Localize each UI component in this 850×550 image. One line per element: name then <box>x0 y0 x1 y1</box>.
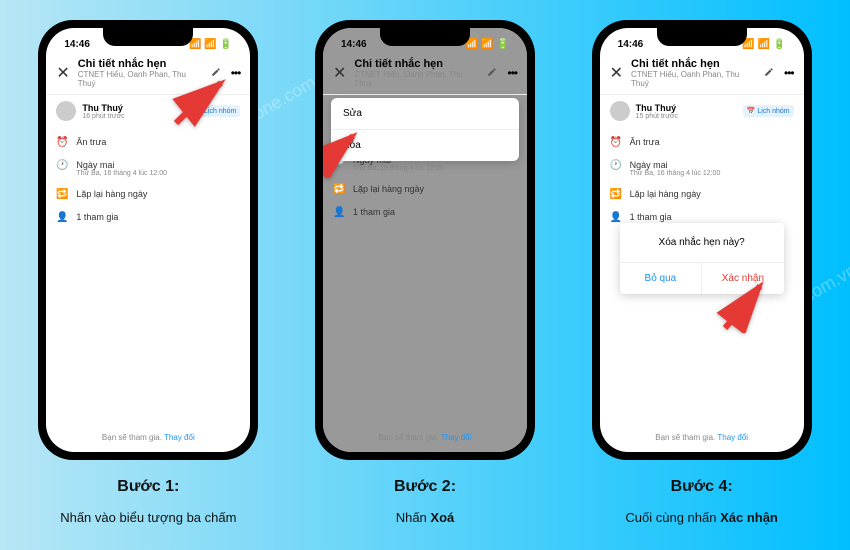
header: ✕ Chi tiết nhắc hẹn CTNET Hiếu, Oanh Pha… <box>323 52 527 95</box>
event-participants-row: 👤 1 tham gia <box>56 206 240 229</box>
phone-notch <box>103 28 193 46</box>
close-icon[interactable]: ✕ <box>610 63 623 83</box>
dialog-buttons: Bỏ qua Xác nhận <box>620 262 784 294</box>
author-row: Thu Thuý 16 phút trước 📅Lịch nhóm <box>46 95 250 127</box>
footer: Bạn sẽ tham gia. Thay đổi <box>46 423 250 452</box>
wifi-icon: 📶 <box>758 39 770 50</box>
participants-text: 1 tham gia <box>76 212 118 222</box>
step-label: Bước 1: <box>117 478 179 496</box>
change-link[interactable]: Thay đổi <box>441 433 472 442</box>
status-icons: 📶📶🔋 <box>742 39 785 50</box>
step-description: Cuối cùng nhấn Xác nhận <box>625 510 777 525</box>
repeat-icon: 🔁 <box>333 184 345 195</box>
phone-screen: 14:46 📶 📶 🔋 ✕ Chi tiết nhắc hẹn CTNET Hi… <box>46 28 250 452</box>
step-2-column: 14:46 📶📶🔋 ✕ Chi tiết nhắc hẹn CTNET Hiếu… <box>295 20 555 525</box>
event-title: Ăn trưa <box>76 137 106 147</box>
event-repeat-row: 🔁Lặp lại hàng ngày <box>333 178 517 201</box>
phone-notch <box>380 28 470 46</box>
header-actions: ••• <box>211 64 241 82</box>
cancel-button[interactable]: Bỏ qua <box>620 263 703 294</box>
clock-icon: ⏰ <box>56 137 68 148</box>
page-title: Chi tiết nhắc hẹn <box>354 58 479 70</box>
dialog-title: Xóa nhắc hẹn này? <box>620 223 784 262</box>
more-icon[interactable]: ••• <box>784 66 794 80</box>
status-icons: 📶 📶 🔋 <box>189 39 232 50</box>
event-title-row: ⏰ Ăn trưa <box>56 131 240 154</box>
footer: Bạn sẽ tham gia. Thay đổi <box>600 423 804 452</box>
person-icon: 👤 <box>610 212 622 223</box>
page-title: Chi tiết nhắc hẹn <box>78 58 203 70</box>
event-repeat-row: 🔁 Lặp lại hàng ngày <box>56 183 240 206</box>
edit-icon[interactable] <box>487 64 497 82</box>
more-icon[interactable]: ••• <box>231 66 241 80</box>
avatar <box>610 101 630 121</box>
calendar-icon: 🕐 <box>610 160 622 171</box>
phone-frame: 14:46 📶📶🔋 ✕ Chi tiết nhắc hẹn CTNET Hiếu… <box>315 20 535 460</box>
repeat-icon: 🔁 <box>56 189 68 200</box>
battery-icon: 🔋 <box>497 39 509 50</box>
author-name: Thu Thuý <box>82 103 183 113</box>
close-icon[interactable]: ✕ <box>56 63 69 83</box>
change-link[interactable]: Thay đổi <box>717 433 748 442</box>
calendar-badge[interactable]: 📅Lịch nhóm <box>743 105 794 117</box>
repeat-text: Lặp lại hàng ngày <box>76 189 147 199</box>
battery-icon: 🔋 <box>773 39 785 50</box>
calendar-icon: 🕐 <box>56 160 68 171</box>
event-date-row: 🕐 Ngày mai Thứ Ba, 16 tháng 4 lúc 12:00 <box>56 154 240 183</box>
clock-icon: ⏰ <box>610 137 622 148</box>
phone-notch <box>657 28 747 46</box>
author-row: Thu Thuý15 phút trước 📅Lịch nhóm <box>600 95 804 127</box>
header-subtitle: CTNET Hiếu, Oanh Phan, Thu Thuý <box>354 70 479 88</box>
more-icon[interactable]: ••• <box>507 66 517 80</box>
confirm-dialog: Xóa nhắc hẹn này? Bỏ qua Xác nhận <box>620 223 784 294</box>
repeat-icon: 🔁 <box>610 189 622 200</box>
change-link[interactable]: Thay đổi <box>164 433 195 442</box>
step-description: Nhấn vào biểu tượng ba chấm <box>60 510 236 525</box>
phone-screen: 14:46 📶📶🔋 ✕ Chi tiết nhắc hẹn CTNET Hiếu… <box>323 28 527 452</box>
edit-icon[interactable] <box>211 64 221 82</box>
footer: Bạn sẽ tham gia. Thay đổi <box>323 423 527 452</box>
step-description: Nhấn Xoá <box>396 510 455 525</box>
phone-frame: 14:46 📶 📶 🔋 ✕ Chi tiết nhắc hẹn CTNET Hi… <box>38 20 258 460</box>
menu-edit[interactable]: Sửa <box>331 98 519 130</box>
context-menu: Sửa Xóa <box>331 98 519 161</box>
event-details: 🕐 Ngày maiThứ Ba, 16 tháng 4 lúc 12:00 🔁… <box>323 145 527 423</box>
person-icon: 👤 <box>333 207 345 218</box>
tutorial-container: 14:46 📶 📶 🔋 ✕ Chi tiết nhắc hẹn CTNET Hi… <box>0 0 850 525</box>
step-3-column: 14:46 📶📶🔋 ✕ Chi tiết nhắc hẹnCTNET Hiếu,… <box>572 20 832 525</box>
status-time: 14:46 <box>618 39 644 50</box>
header-text: Chi tiết nhắc hẹn CTNET Hiếu, Oanh Phan,… <box>354 58 479 88</box>
header: ✕ Chi tiết nhắc hẹn CTNET Hiếu, Oanh Pha… <box>46 52 250 95</box>
calendar-icon: 📅 <box>747 107 756 115</box>
phone-frame: 14:46 📶📶🔋 ✕ Chi tiết nhắc hẹnCTNET Hiếu,… <box>592 20 812 460</box>
header-actions: ••• <box>487 64 517 82</box>
step-label: Bước 2: <box>394 478 456 496</box>
avatar <box>56 101 76 121</box>
person-icon: 👤 <box>56 212 68 223</box>
status-icons: 📶📶🔋 <box>466 39 509 50</box>
status-time: 14:46 <box>341 39 367 50</box>
step-1-column: 14:46 📶 📶 🔋 ✕ Chi tiết nhắc hẹn CTNET Hi… <box>18 20 278 525</box>
menu-delete[interactable]: Xóa <box>331 130 519 161</box>
phone-screen: 14:46 📶📶🔋 ✕ Chi tiết nhắc hẹnCTNET Hiếu,… <box>600 28 804 452</box>
wifi-icon: 📶 <box>204 39 216 50</box>
battery-icon: 🔋 <box>220 39 232 50</box>
header: ✕ Chi tiết nhắc hẹnCTNET Hiếu, Oanh Phan… <box>600 52 804 95</box>
step-label: Bước 4: <box>671 478 733 496</box>
close-icon[interactable]: ✕ <box>333 63 346 83</box>
edit-icon[interactable] <box>764 64 774 82</box>
confirm-button[interactable]: Xác nhận <box>702 263 784 294</box>
author-info: Thu Thuý 16 phút trước <box>82 103 183 120</box>
calendar-badge[interactable]: 📅Lịch nhóm <box>189 105 240 117</box>
author-time: 16 phút trước <box>82 113 183 120</box>
header-subtitle: CTNET Hiếu, Oanh Phan, Thu Thuý <box>78 70 203 88</box>
header-text: Chi tiết nhắc hẹn CTNET Hiếu, Oanh Phan,… <box>78 58 203 88</box>
calendar-icon: 📅 <box>193 107 202 115</box>
event-date: Ngày mai Thứ Ba, 16 tháng 4 lúc 12:00 <box>76 160 240 177</box>
event-details: ⏰ Ăn trưa 🕐 Ngày mai Thứ Ba, 16 tháng 4 … <box>46 127 250 423</box>
event-participants-row: 👤1 tham gia <box>333 201 517 224</box>
wifi-icon: 📶 <box>481 39 493 50</box>
status-time: 14:46 <box>64 39 90 50</box>
